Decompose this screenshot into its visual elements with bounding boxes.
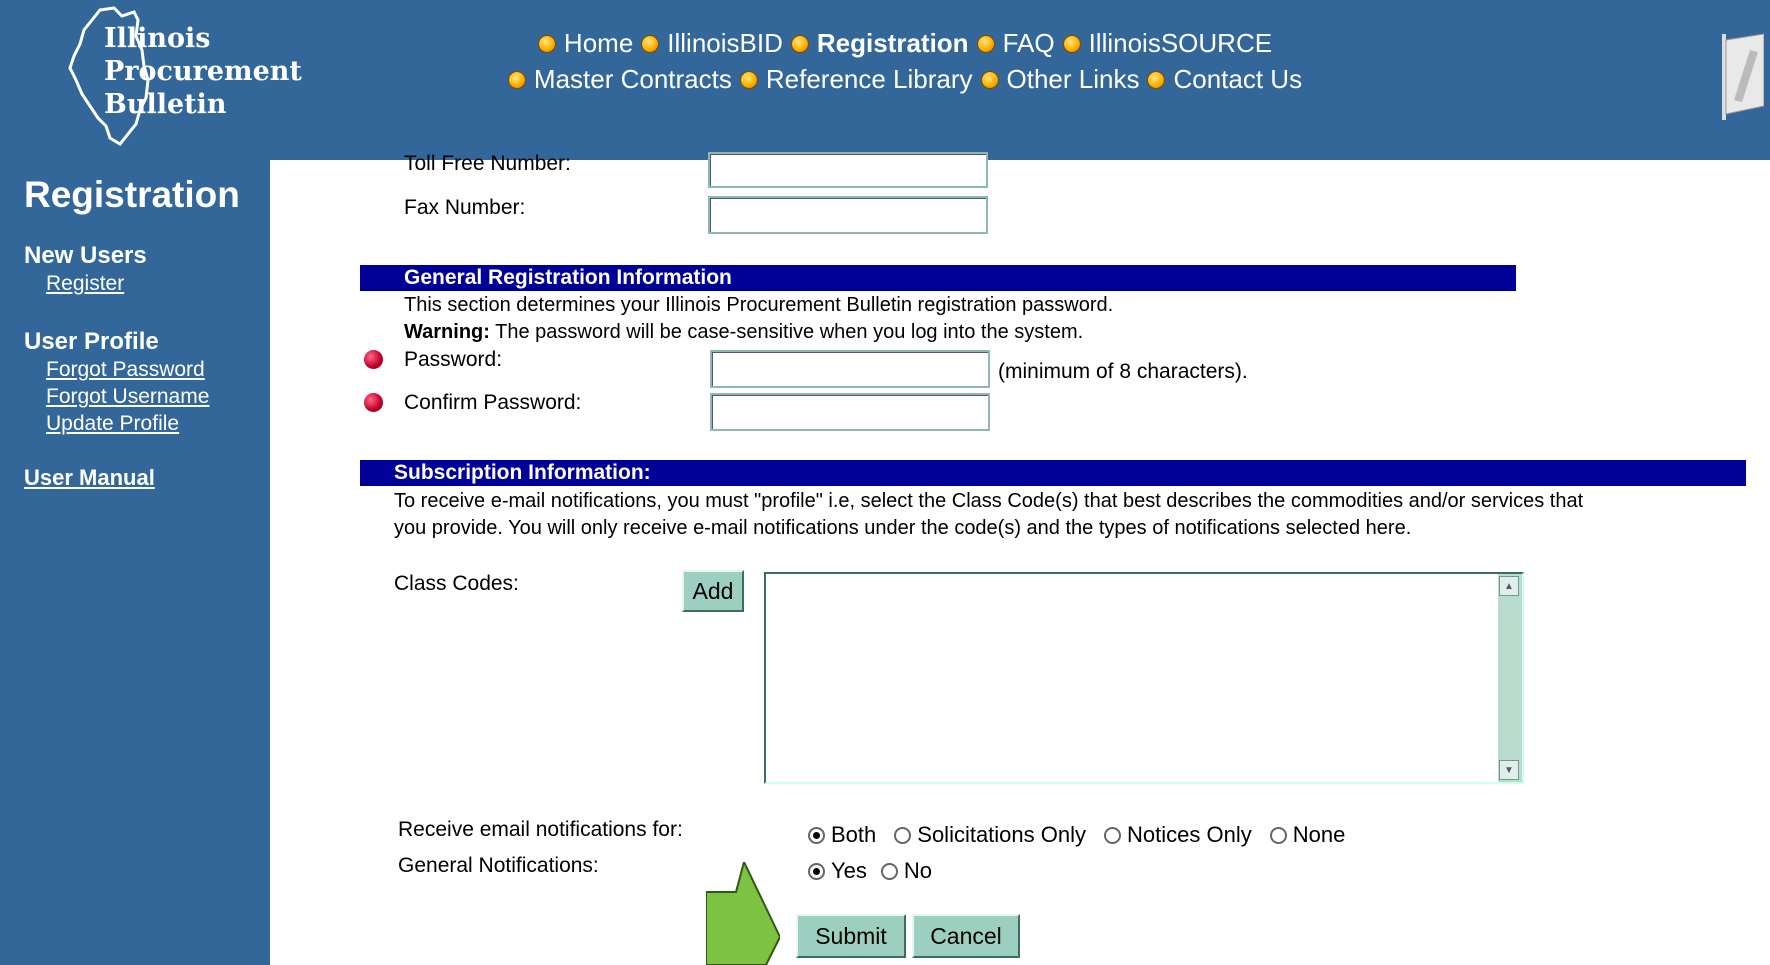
radio-selected-icon	[808, 826, 825, 844]
nav-reference-library[interactable]: Reference Library	[739, 64, 973, 95]
warning-label: Warning:	[404, 321, 490, 343]
password-label: Password:	[404, 348, 503, 371]
radio-unselected-icon	[1269, 826, 1287, 844]
submit-button[interactable]: Submit	[796, 914, 906, 958]
password-input[interactable]	[710, 350, 990, 388]
scroll-up-icon[interactable]: ▲	[1499, 576, 1519, 596]
cancel-button[interactable]: Cancel	[912, 914, 1020, 958]
subscription-text-line-1: To receive e-mail notifications, you mus…	[394, 490, 1584, 512]
toll-free-input[interactable]	[708, 152, 988, 188]
confirm-password-label: Confirm Password:	[404, 391, 582, 414]
general-registration-header: General Registration Information	[360, 265, 1516, 291]
class-codes-scrollbar[interactable]: ▲ ▼	[1498, 574, 1522, 782]
radio-notices-only[interactable]: Notices Only	[1104, 822, 1252, 848]
sidebar-title: Registration	[24, 174, 240, 215]
orange-bullet-icon	[641, 34, 660, 53]
add-class-code-button[interactable]: Add	[682, 570, 744, 612]
sidebar: Registration New Users Register User Pro…	[0, 160, 270, 965]
class-codes-label: Class Codes:	[394, 572, 519, 595]
radio-unselected-icon	[1104, 826, 1122, 844]
pointer-arrow-icon	[706, 862, 780, 965]
top-nav-row-2: Master Contracts Reference Library Other…	[0, 64, 1770, 95]
radio-unselected-icon	[880, 862, 898, 880]
sidebar-heading-user-profile: User Profile	[24, 328, 159, 355]
sidebar-heading-new-users: New Users	[24, 242, 147, 269]
warning-text: Warning: The password will be case-sensi…	[404, 319, 1083, 346]
orange-bullet-icon	[1062, 34, 1081, 53]
orange-bullet-icon	[1147, 70, 1166, 89]
flag-icon	[1722, 33, 1764, 120]
fax-label: Fax Number:	[404, 196, 526, 219]
subscription-text-line-2: you provide. You will only receive e-mai…	[394, 517, 1412, 539]
orange-bullet-icon	[790, 34, 809, 53]
radio-none[interactable]: None	[1269, 822, 1345, 848]
sidebar-link-update-profile[interactable]: Update Profile	[46, 412, 179, 436]
top-nav-row-1: Home IllinoisBID Registration FAQ Illino…	[0, 28, 1770, 59]
receive-notifications-label: Receive email notifications for:	[398, 818, 683, 841]
class-codes-listbox[interactable]: ▲ ▼	[764, 572, 1524, 784]
orange-bullet-icon	[976, 34, 995, 53]
nav-faq[interactable]: FAQ	[976, 28, 1055, 59]
radio-selected-icon	[808, 862, 825, 880]
radio-unselected-icon	[894, 826, 912, 844]
required-bullet-icon	[364, 393, 383, 412]
confirm-password-input[interactable]	[710, 393, 990, 431]
site-header: Illinois Procurement Bulletin Home Illin…	[0, 0, 1770, 160]
scroll-down-icon[interactable]: ▼	[1499, 760, 1519, 780]
password-hint: (minimum of 8 characters).	[998, 360, 1248, 383]
nav-registration[interactable]: Registration	[790, 28, 969, 59]
nav-master-contracts[interactable]: Master Contracts	[507, 64, 732, 95]
sidebar-link-forgot-username[interactable]: Forgot Username	[46, 385, 209, 409]
receive-notifications-group: Both Solicitations Only Notices Only Non…	[808, 822, 1363, 848]
sidebar-link-user-manual[interactable]: User Manual	[24, 465, 155, 491]
general-registration-text: This section determines your Illinois Pr…	[404, 294, 1114, 316]
nav-home[interactable]: Home	[537, 28, 633, 59]
nav-contact-us[interactable]: Contact Us	[1147, 64, 1302, 95]
nav-other-links[interactable]: Other Links	[980, 64, 1139, 95]
orange-bullet-icon	[980, 70, 999, 89]
radio-no[interactable]: No	[880, 858, 932, 884]
sidebar-link-forgot-password[interactable]: Forgot Password	[46, 358, 205, 382]
orange-bullet-icon	[739, 70, 758, 89]
nav-illinoisbid[interactable]: IllinoisBID	[641, 28, 783, 59]
general-notifications-group: Yes No	[808, 858, 950, 884]
nav-illinoissource[interactable]: IllinoisSOURCE	[1062, 28, 1272, 59]
sidebar-link-register[interactable]: Register	[46, 272, 124, 296]
warning-body: The password will be case-sensitive when…	[489, 321, 1084, 343]
orange-bullet-icon	[507, 70, 526, 89]
general-notifications-label: General Notifications:	[398, 854, 599, 877]
radio-both[interactable]: Both	[808, 822, 876, 848]
toll-free-label: Toll Free Number:	[404, 152, 571, 175]
required-bullet-icon	[364, 350, 383, 369]
orange-bullet-icon	[537, 34, 556, 53]
radio-yes[interactable]: Yes	[808, 858, 867, 884]
fax-input[interactable]	[708, 196, 988, 234]
subscription-header: Subscription Information:	[360, 460, 1746, 486]
radio-solicitations-only[interactable]: Solicitations Only	[894, 822, 1086, 848]
